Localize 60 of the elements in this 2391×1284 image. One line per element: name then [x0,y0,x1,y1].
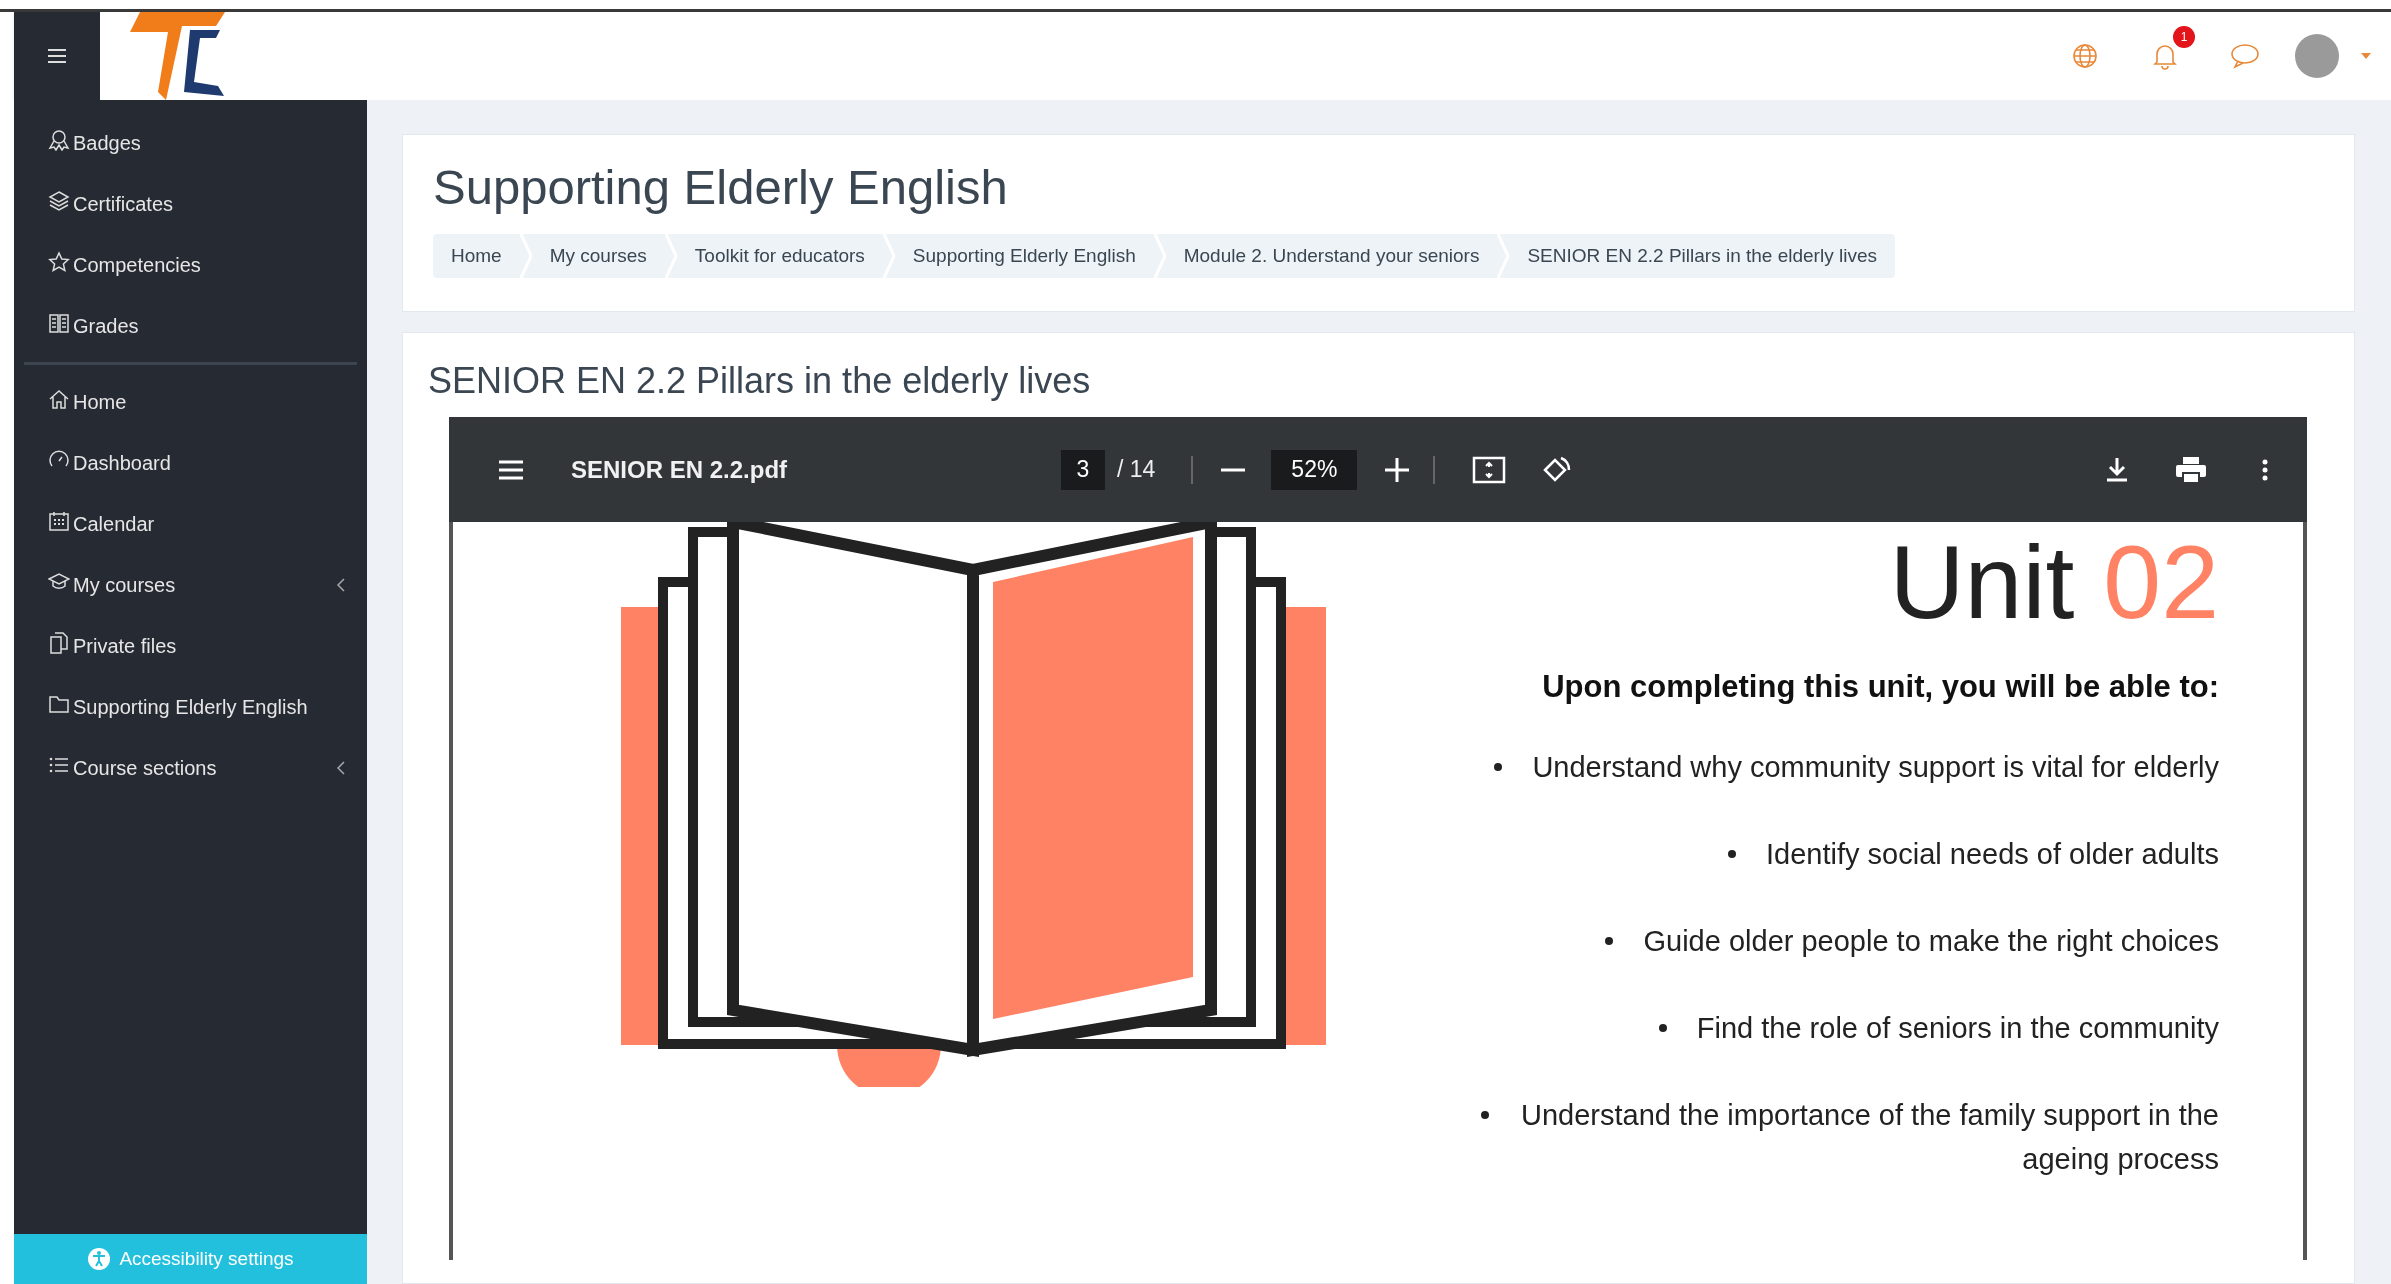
caret-icon [2361,53,2371,59]
sidebar-item[interactable]: Supporting Elderly English [14,676,367,737]
zoom-field[interactable]: 52% [1271,449,1358,490]
book-icon [48,311,70,334]
bullet-text: Identify social needs of older adults [1766,836,2219,872]
more-vertical-icon [2262,458,2268,481]
sidebar-item[interactable]: Course sections [14,737,367,798]
layers-icon [48,189,70,212]
calendar-icon [48,509,70,532]
breadcrumb-link[interactable]: My courses [531,234,665,278]
page-number-field[interactable]: 3 [1061,449,1105,490]
fit-page-icon [1472,455,1507,484]
chevron-left-icon [337,760,345,775]
sidebar-item[interactable]: Badges [14,112,367,173]
home-icon [48,387,70,410]
breadcrumb-link[interactable]: Module 2. Understand your seniors [1165,234,1498,278]
sidebar-item[interactable]: Dashboard [14,432,367,493]
award-icon [48,128,70,151]
speech-bubble-icon [2230,43,2260,69]
sidebar-item[interactable]: Home [14,371,367,432]
menu-icon [497,458,525,481]
page-count: / 14 [1117,455,1156,485]
bullet-text: Guide older people to make the right choices [1643,923,2219,959]
star-icon [48,250,70,273]
bullet-icon [1658,1023,1667,1032]
bullet-text: Understand the importance of the family support in the ageing process [1520,1097,2219,1177]
sidebar-item[interactable]: Calendar [14,493,367,554]
download-icon [2105,456,2129,483]
file-name: SENIOR EN 2.2.pdf [571,454,789,485]
slide-heading: Unit 02 [1889,530,2219,634]
documents-icon [48,631,70,654]
minus-icon [1221,467,1246,472]
bullet-icon [1728,849,1736,858]
bell-icon [2153,42,2177,70]
user-menu-button[interactable] [2295,34,2371,78]
sidebar-item[interactable]: My courses [14,554,367,615]
activity-title: SENIOR EN 2.2 Pillars in the elderly lives [428,363,1092,399]
chevron-left-icon [337,577,345,592]
breadcrumb-link[interactable]: Home [433,234,520,278]
bullet-icon [1605,936,1614,945]
breadcrumb-link[interactable]: Toolkit for educators [676,234,883,278]
bullet-text: Understand why community support is vital for elderly [1532,749,2219,785]
plus-icon [1385,457,1410,482]
sidebar-item[interactable]: Competencies [14,234,367,295]
sidebar-item[interactable]: Grades [14,295,367,356]
notification-count: 1 [2173,26,2195,48]
bullet-icon [1481,1110,1489,1119]
menu-icon [47,48,67,64]
sidebar-item[interactable]: Certificates [14,173,367,234]
bullet-text: Find the role of seniors in the community [1696,1010,2219,1046]
page-title: Supporting Elderly English [433,163,1009,212]
sidebar-item[interactable]: Private files [14,615,367,676]
globe-icon [2072,43,2098,69]
breadcrumb-link[interactable]: Supporting Elderly English [894,234,1154,278]
slide-subtitle: Upon completing this unit, you will be able to: [1542,668,2219,706]
bullet-icon [1494,762,1503,771]
avatar [2295,34,2339,78]
breadcrumb-link[interactable]: SENIOR EN 2.2 Pillars in the elderly lives [1509,234,1895,278]
printer-icon [2175,455,2207,484]
accessibility-icon [87,1247,112,1271]
